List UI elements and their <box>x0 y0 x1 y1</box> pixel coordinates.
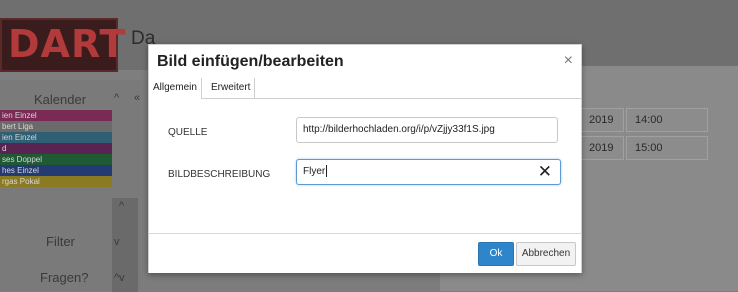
sidebar-filter-label[interactable]: Filter <box>46 234 75 249</box>
dialog-tabs: Allgemein Erweitert <box>149 78 581 99</box>
legend-item[interactable]: ien Einzel <box>0 132 112 143</box>
app-logo: DART <box>0 18 125 72</box>
table-cell-date: 2019 <box>580 108 624 132</box>
chevron-down-icon[interactable]: v <box>119 272 125 284</box>
text-caret <box>326 165 328 178</box>
source-input[interactable]: http://bilderhochladen.org/i/p/vZjjy33f1… <box>296 117 558 143</box>
legend-item[interactable]: rgas Pokal <box>0 176 112 187</box>
description-input[interactable]: Flyer ✕ <box>296 159 561 185</box>
table-cell-time: 15:00 <box>626 136 708 160</box>
sidebar-fragen-label[interactable]: Fragen? <box>40 270 88 285</box>
cancel-button[interactable]: Abbrechen <box>516 242 576 266</box>
tab-allgemein[interactable]: Allgemein <box>149 78 202 99</box>
legend-item[interactable]: ses Doppel <box>0 154 112 165</box>
chevron-up-icon[interactable]: ^ <box>119 200 124 212</box>
chevron-up-icon[interactable]: ^ <box>114 272 119 284</box>
legend-item[interactable]: ien Einzel <box>0 110 112 121</box>
legend-item[interactable]: hes Einzel <box>0 165 112 176</box>
legend-item[interactable]: bert Liga <box>0 121 112 132</box>
legend-item[interactable]: d <box>0 143 112 154</box>
chevron-down-icon[interactable]: v <box>114 236 120 248</box>
close-icon[interactable]: × <box>564 53 573 69</box>
source-label: QUELLE <box>168 127 208 138</box>
description-label: BILDBESCHREIBUNG <box>168 169 271 180</box>
sidebar-kalender-label[interactable]: Kalender <box>34 92 86 107</box>
image-dialog: Bild einfügen/bearbeiten × Allgemein Erw… <box>148 44 582 273</box>
tab-erweitert[interactable]: Erweitert <box>207 78 256 98</box>
dialog-title: Bild einfügen/bearbeiten <box>157 53 344 70</box>
dialog-footer: Ok Abbrechen <box>149 233 581 273</box>
table-cell-date: 2019 <box>580 136 624 160</box>
chevron-up-icon[interactable]: ^ <box>114 92 119 104</box>
ok-button[interactable]: Ok <box>478 242 514 266</box>
sidebar: Kalender ^ « ien Einzel bert Liga ien Einz… <box>0 80 140 292</box>
description-value: Flyer <box>303 166 326 177</box>
clear-icon[interactable]: ✕ <box>538 163 552 181</box>
table-cell-time: 14:00 <box>626 108 708 132</box>
